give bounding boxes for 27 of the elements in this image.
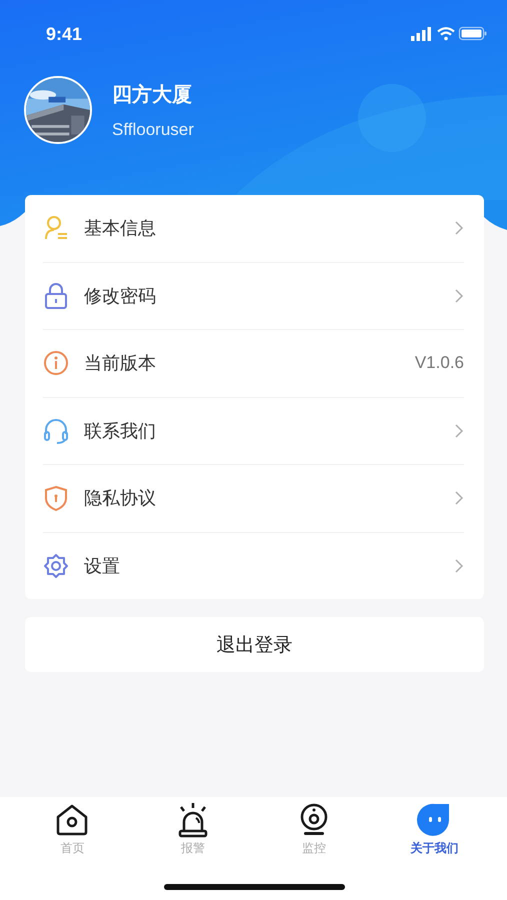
tab-item[interactable]: 关于我们 <box>390 802 480 857</box>
menu-item[interactable]: 设置 <box>43 532 464 599</box>
logout-button[interactable]: 退出登录 <box>25 617 484 672</box>
signal-icon <box>411 27 431 41</box>
menu-label: 基本信息 <box>84 217 157 240</box>
menu-item[interactable]: 隐私协议 <box>43 465 464 532</box>
menu-label: 隐私协议 <box>84 487 157 510</box>
status-time: 9:41 <box>46 24 82 44</box>
menu-item[interactable]: 基本信息 <box>43 195 464 262</box>
menu-item[interactable]: 修改密码 <box>43 262 464 330</box>
battery-icon <box>458 26 486 40</box>
version-value: V1.0.6 <box>414 353 464 374</box>
menu-label: 当前版本 <box>84 352 157 376</box>
profile-name: 四方大厦 <box>112 80 193 108</box>
chevron-right-icon <box>454 288 464 304</box>
username: Sfflooruser <box>112 120 194 140</box>
menu-label: 设置 <box>84 554 121 578</box>
chevron-right-icon <box>454 220 464 236</box>
wifi-icon <box>437 27 455 40</box>
home-icon <box>54 802 90 838</box>
menu-label: 联系我们 <box>84 420 157 443</box>
chevron-right-icon <box>454 558 464 574</box>
menu-item[interactable]: 当前版本 V1.0.6 <box>43 330 464 398</box>
chevron-right-icon <box>454 490 464 506</box>
menu-item[interactable]: 联系我们 <box>43 398 464 465</box>
chevron-right-icon <box>454 422 464 439</box>
menu-label: 修改密码 <box>84 284 157 308</box>
